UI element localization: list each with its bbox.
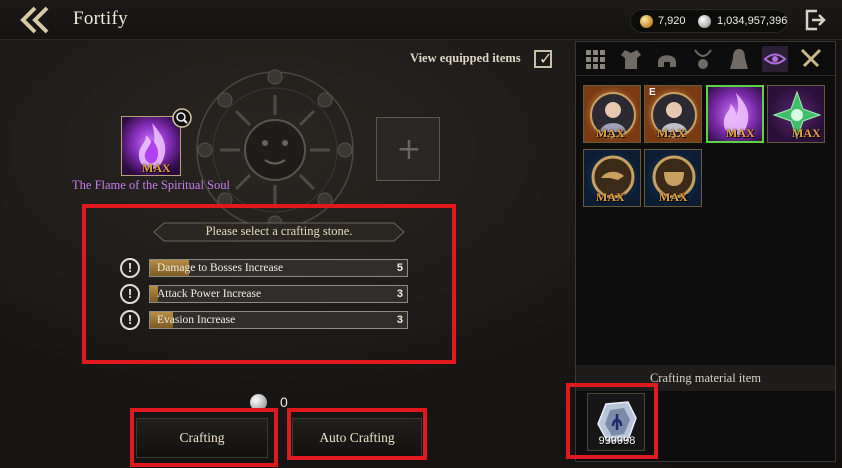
inventory-tabs [576,42,835,76]
cloak-icon [730,49,748,69]
amulet-icon [694,49,712,69]
inventory-item[interactable]: MAX [644,149,702,207]
empty-material-slot[interactable]: + [376,117,440,181]
warning-icon[interactable]: ! [120,310,140,330]
exit-button[interactable] [803,8,827,32]
auto-crafting-button[interactable]: Auto Crafting [292,418,422,458]
cost-value: 0 [280,394,288,410]
equipped-badge: E [649,87,656,98]
view-equipped-checkbox[interactable]: ✓ [534,49,553,68]
inventory-item[interactable]: MAX [583,149,641,207]
tab-helmet[interactable] [654,46,680,72]
tab-weapon[interactable] [798,46,824,72]
option-label: Damage to Bosses Increase [157,262,284,274]
plus-icon: + [396,132,422,167]
crafting-material-slot[interactable]: 999998 [587,393,645,451]
tab-all[interactable] [582,46,608,72]
grid-icon [586,50,605,69]
helmet-icon [658,55,676,67]
eye-icon [763,53,787,65]
top-bar: Fortify 7,920 1,034,957,396 [0,0,842,40]
crafting-prompt-text: Please select a crafting stone. [205,224,353,238]
inventory-item[interactable]: MAX [767,85,825,143]
max-level-tag: MAX [142,161,171,175]
max-level-tag: MAX [726,126,755,140]
tab-armor[interactable] [618,46,644,72]
max-level-tag: MAX [596,126,625,140]
option-value: 5 [396,262,403,274]
option-row: ! Damage to Bosses Increase 5 [120,257,410,279]
ornate-sun-wheel [196,69,354,231]
magnifier-icon [172,108,192,128]
warning-icon[interactable]: ! [120,284,140,304]
material-header: Crafting material item [576,365,835,391]
tab-cloak[interactable] [726,46,752,72]
magnify-button[interactable] [172,108,192,128]
gold-coin-icon [640,15,653,28]
max-level-tag: MAX [596,190,625,204]
crafting-prompt-banner: Please select a crafting stone. [152,219,406,245]
option-bar: Damage to Bosses Increase 5 [149,259,408,277]
option-bar: Evasion Increase 3 [149,311,408,329]
tab-amulet[interactable] [690,46,716,72]
max-level-tag: MAX [792,126,821,140]
crafting-button[interactable]: Crafting [136,418,268,458]
inventory-item[interactable]: MAX [583,85,641,143]
option-value: 3 [396,314,403,326]
crossed-swords-icon [800,48,822,68]
warning-icon[interactable]: ! [120,258,140,278]
option-value: 3 [396,288,403,300]
exit-icon [805,9,826,31]
material-count: 999998 [598,435,636,447]
option-bar: Attack Power Increase 3 [149,285,408,303]
view-equipped-label: View equipped items [410,51,521,65]
silver-coin-icon [698,15,711,28]
inventory-item-selected[interactable]: MAX [706,85,764,143]
page-title: Fortify [73,8,128,29]
option-row: ! Attack Power Increase 3 [120,283,410,305]
back-button[interactable] [18,6,52,34]
silver-amount: 1,034,957,396 [717,15,788,27]
armor-icon [621,50,641,69]
checkmark-icon: ✓ [539,49,553,68]
fortify-screen: Fortify 7,920 1,034,957,396 View equippe… [0,0,842,468]
double-chevron-left-icon [20,6,49,34]
silver-coin-icon [250,394,267,411]
option-label: Evasion Increase [157,314,236,326]
selected-item-name: The Flame of the Spiritual Soul [72,178,230,192]
max-level-tag: MAX [659,190,688,204]
currency-display: 7,920 1,034,957,396 [630,9,788,33]
gold-amount: 7,920 [658,15,686,27]
option-row: ! Evasion Increase 3 [120,309,410,331]
inventory-item[interactable]: E MAX [644,85,702,143]
option-label: Attack Power Increase [157,288,262,300]
tab-artifact[interactable] [762,46,788,72]
max-level-tag: MAX [657,126,686,140]
